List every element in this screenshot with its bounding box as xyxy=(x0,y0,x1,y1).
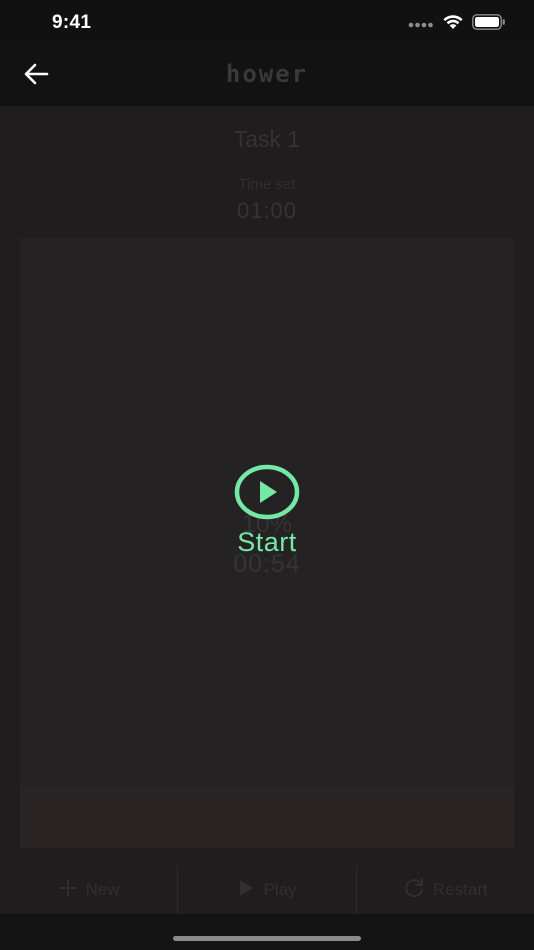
plus-icon xyxy=(58,878,78,903)
time-set-value: 01:00 xyxy=(236,198,298,223)
bottom-toolbar: New Play Restart xyxy=(0,866,534,914)
start-button[interactable]: Start xyxy=(217,464,317,564)
new-button[interactable]: New xyxy=(0,866,177,914)
time-set-label: Time set xyxy=(238,176,296,193)
restart-button[interactable]: Restart xyxy=(357,866,534,914)
app-screen: 9:41 hower Task 1 Time set 01:00 10% 00:… xyxy=(0,0,534,950)
status-bar: 9:41 xyxy=(0,0,534,46)
restart-icon xyxy=(403,877,425,904)
cellular-signal-icon xyxy=(408,16,434,34)
new-label: New xyxy=(85,880,120,899)
restart-label: Restart xyxy=(432,880,488,899)
wifi-icon xyxy=(442,14,464,35)
play-button[interactable]: Play xyxy=(178,866,355,914)
task-title: Task 1 xyxy=(233,126,301,152)
navigation-bar: hower xyxy=(0,46,534,106)
play-label: Play xyxy=(263,880,297,899)
play-circle-icon xyxy=(234,464,300,525)
play-icon xyxy=(237,878,255,903)
battery-icon xyxy=(472,14,506,35)
home-bar-area xyxy=(0,914,534,950)
start-label: Start xyxy=(237,527,297,557)
progress-fill xyxy=(20,787,514,848)
status-time: 9:41 xyxy=(52,12,92,33)
home-indicator[interactable] xyxy=(173,936,361,941)
status-icons xyxy=(408,14,506,35)
app-logo: hower xyxy=(225,60,309,88)
